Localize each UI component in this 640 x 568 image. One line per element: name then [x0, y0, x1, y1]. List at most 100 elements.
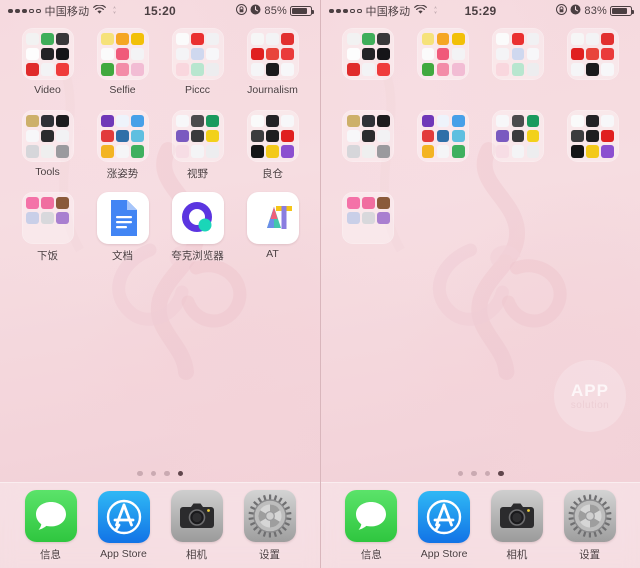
folder-tile[interactable] [417, 28, 470, 80]
folder-mini-icon [526, 47, 540, 61]
messages-icon[interactable] [24, 489, 77, 542]
folder-mini-icon [571, 144, 584, 158]
camera-icon[interactable] [490, 489, 543, 542]
quark-browser-icon[interactable] [171, 192, 224, 244]
folder-tile[interactable] [566, 110, 619, 162]
folder-tile[interactable] [491, 28, 544, 80]
folder-mini-icon [101, 62, 114, 76]
folder-Journalism[interactable]: Journalism [235, 28, 310, 100]
page-dot[interactable] [471, 470, 477, 476]
folder-Selfie[interactable] [406, 28, 481, 100]
google-docs-icon[interactable] [96, 192, 149, 244]
folder-tile[interactable] [342, 28, 395, 80]
folder-Piccc[interactable] [481, 28, 556, 100]
folder-Selfie[interactable]: Selfie [85, 28, 160, 100]
folder-tile[interactable] [171, 110, 224, 162]
dock-item-App Store[interactable]: App Store [418, 491, 471, 560]
app-store-icon[interactable] [97, 491, 150, 543]
folder-tile[interactable] [491, 110, 544, 162]
folder-tile[interactable] [342, 110, 395, 162]
folder-tile[interactable] [246, 28, 299, 80]
folder-mini-icon [206, 32, 219, 46]
at-logo-icon[interactable] [246, 192, 299, 244]
folder-tile[interactable] [21, 28, 74, 80]
folder-mini-icon [511, 47, 525, 61]
folder-mini-icon [346, 211, 360, 225]
folder-涨姿势[interactable]: 涨姿势 [85, 110, 160, 182]
folder-mini-icon [251, 32, 264, 46]
camera-icon[interactable] [170, 489, 223, 542]
folder-Video[interactable]: Video [10, 28, 85, 100]
folder-mini-icon [496, 32, 510, 46]
folder-mini-icon [421, 62, 435, 76]
messages-icon[interactable] [345, 489, 398, 542]
page-dot[interactable] [177, 470, 183, 476]
folder-tile[interactable] [96, 110, 149, 162]
alarm-icon [570, 4, 581, 18]
folder-mini-icon [496, 129, 510, 143]
folder-mini-icon [421, 47, 435, 61]
folder-mini-icon [496, 114, 510, 128]
folder-tile[interactable] [246, 110, 299, 162]
folder-良仓[interactable] [555, 110, 630, 182]
folder-Piccc[interactable]: Piccc [160, 28, 235, 100]
folder-tile[interactable] [21, 110, 74, 162]
dock-item-设置[interactable]: 设置 [243, 489, 296, 562]
dock-item-设置[interactable]: 设置 [563, 489, 616, 562]
folder-tile[interactable] [342, 192, 395, 244]
folder-Journalism[interactable] [555, 28, 630, 100]
dock-item-label: App Store [420, 548, 468, 560]
page-dot[interactable] [150, 470, 156, 476]
page-dot[interactable] [457, 470, 463, 476]
folder-mini-icon [377, 47, 390, 61]
folder-mini-icon [362, 114, 375, 128]
page-dot[interactable] [137, 470, 143, 476]
folder-mini-icon [511, 129, 525, 143]
folder-mini-icon [451, 32, 465, 46]
folder-mini-icon [526, 144, 540, 158]
folder-mini-icon [346, 47, 360, 61]
folder-mini-icon [586, 32, 599, 46]
page-dot[interactable] [164, 470, 170, 476]
app-label: 文档 [112, 250, 133, 262]
folder-tile[interactable] [21, 192, 74, 244]
folder-mini-icon [571, 32, 584, 46]
app-store-icon[interactable] [418, 491, 471, 543]
folder-涨姿势[interactable] [406, 110, 481, 182]
dock-item-相机[interactable]: 相机 [490, 489, 543, 562]
folder-mini-icon [377, 114, 390, 128]
folder-tile[interactable] [96, 28, 149, 80]
folder-视野[interactable] [481, 110, 556, 182]
folder-mini-icon [116, 114, 129, 128]
folder-mini-icon [41, 62, 54, 76]
dock-item-相机[interactable]: 相机 [170, 489, 223, 562]
page-indicator[interactable] [0, 470, 320, 476]
folder-良仓[interactable]: 良仓 [235, 110, 310, 182]
folder-下饭[interactable] [331, 192, 406, 264]
page-dot[interactable] [484, 470, 490, 476]
folder-Video[interactable] [331, 28, 406, 100]
app-AT[interactable]: AT [235, 192, 310, 264]
page-indicator[interactable] [321, 470, 640, 476]
folder-mini-icon [436, 32, 450, 46]
folder-Tools[interactable]: Tools [10, 110, 85, 182]
dock-item-信息[interactable]: 信息 [24, 489, 77, 562]
dock: 信息 App Store 相机 设置 [321, 482, 640, 568]
dock-item-label: 设置 [579, 548, 601, 561]
folder-tile[interactable] [566, 28, 619, 80]
settings-icon[interactable] [563, 489, 616, 542]
folder-tile[interactable] [171, 28, 224, 80]
folder-mini-icon [421, 144, 435, 158]
app-文档[interactable]: 文档 [85, 192, 160, 264]
folder-Tools[interactable] [331, 110, 406, 182]
app-夸克浏览器[interactable]: 夸克浏览器 [160, 192, 235, 264]
page-dot[interactable] [498, 470, 504, 476]
folder-tile[interactable] [417, 110, 470, 162]
folder-mini-icon [362, 62, 375, 76]
folder-视野[interactable]: 视野 [160, 110, 235, 182]
settings-icon[interactable] [243, 489, 296, 542]
folder-下饭[interactable]: 下饭 [10, 192, 85, 264]
dock-item-信息[interactable]: 信息 [345, 489, 398, 562]
folder-mini-icon [511, 32, 525, 46]
dock-item-App Store[interactable]: App Store [97, 491, 150, 560]
